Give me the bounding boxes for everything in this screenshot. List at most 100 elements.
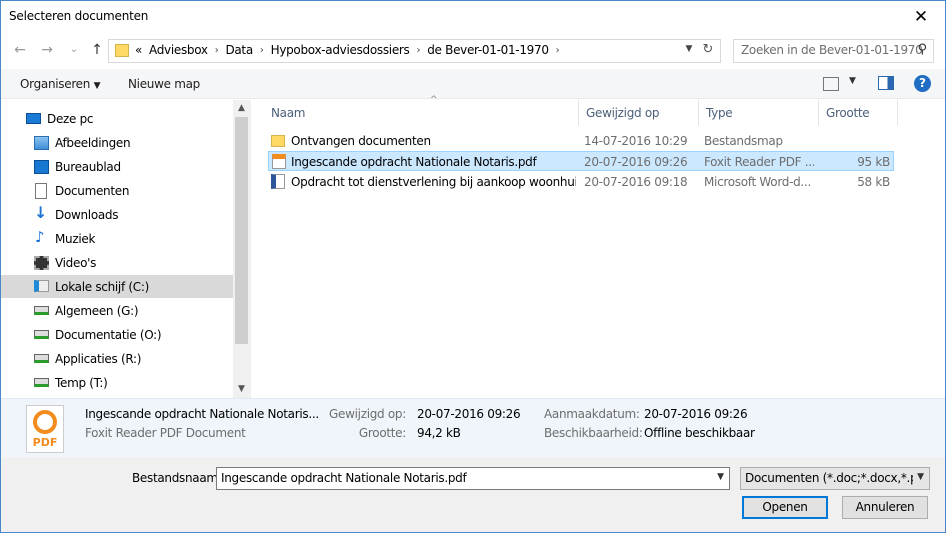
pdf-file-large-icon: PDF <box>26 405 64 453</box>
search-icon[interactable]: ⚲ <box>917 42 927 57</box>
sidebar-item-label: Bureaublad <box>55 159 121 174</box>
new-folder-button[interactable]: Nieuwe map <box>128 77 200 91</box>
file-row[interactable]: Opdracht tot dienstverlening bij aankoop… <box>268 172 894 192</box>
preview-pane-icon[interactable] <box>878 76 894 90</box>
chevron-right-icon[interactable]: › <box>556 45 560 56</box>
downloads-icon: ↓ <box>34 203 48 222</box>
sidebar-item-label: Muziek <box>55 231 96 246</box>
desktop-icon <box>34 160 49 174</box>
column-header-label: Naam <box>271 106 306 120</box>
file-modified: 20-07-2016 09:26 <box>584 155 688 169</box>
sidebar-item-desktop[interactable]: Bureaublad <box>1 155 233 178</box>
column-header-name[interactable]: Naam ^ <box>264 95 579 126</box>
pdf-file-icon <box>272 154 286 169</box>
music-icon: ♪ <box>35 228 45 246</box>
sidebar-item-label: Documenten <box>55 183 130 198</box>
scroll-up-icon[interactable]: ▲ <box>233 100 250 117</box>
network-drive-icon <box>34 354 49 363</box>
chevron-down-icon[interactable]: ▼ <box>682 44 696 54</box>
details-modified-label: Gewijzigd op: <box>329 407 406 421</box>
breadcrumb-item[interactable]: de Bever-01-01-1970 <box>427 43 549 57</box>
close-button[interactable]: ✕ <box>901 1 941 32</box>
search-input[interactable]: Zoeken in de Bever-01-01-1970 <box>741 43 923 57</box>
sidebar-item-label: Lokale schijf (C:) <box>55 279 149 294</box>
file-modified: 14-07-2016 10:29 <box>584 134 688 148</box>
dialog-footer: Bestandsnaam: Ingescande opdracht Nation… <box>1 457 945 532</box>
filetype-select[interactable]: Documenten (*.doc;*.docx,*.pd ▼ <box>740 467 930 490</box>
breadcrumb-item[interactable]: Hypobox-adviesdossiers <box>271 43 410 57</box>
details-size-label: Grootte: <box>358 426 406 440</box>
filename-combobox[interactable]: Ingescande opdracht Nationale Notaris.pd… <box>216 467 730 490</box>
recent-locations-icon[interactable]: ⌄ <box>65 41 83 59</box>
column-header-size[interactable]: Grootte <box>819 100 898 126</box>
network-drive-icon <box>34 330 49 339</box>
sidebar-item-applicaties-r[interactable]: Applicaties (R:) <box>1 347 233 370</box>
sidebar-item-downloads[interactable]: ↓ Downloads <box>1 203 233 226</box>
chevron-down-icon[interactable]: ▼ <box>917 472 924 482</box>
file-type: Microsoft Word-d... <box>704 175 811 189</box>
filename-input[interactable]: Ingescande opdracht Nationale Notaris.pd… <box>221 471 467 485</box>
sidebar-item-pictures[interactable]: Afbeeldingen <box>1 131 233 154</box>
forward-icon[interactable]: → <box>38 41 56 59</box>
sidebar-scrollbar[interactable]: ▲ ▼ <box>233 100 250 398</box>
cancel-button[interactable]: Annuleren <box>842 496 928 519</box>
sidebar-item-label: Deze pc <box>47 111 94 126</box>
file-row[interactable]: Ontvangen documenten 14-07-2016 10:29 Be… <box>268 131 894 151</box>
sidebar-item-label: Algemeen (G:) <box>55 303 139 318</box>
chevron-down-icon[interactable]: ▼ <box>849 76 856 86</box>
breadcrumb-item[interactable]: Adviesbox <box>149 43 208 57</box>
organize-button[interactable]: Organiseren ▼ <box>20 77 101 91</box>
local-disk-icon <box>34 280 49 292</box>
folder-icon <box>115 44 129 57</box>
sidebar-item-label: Temp (T:) <box>55 375 108 390</box>
file-size: 95 kB <box>857 155 890 169</box>
file-type: Bestandsmap <box>704 134 783 148</box>
details-availability-value: Offline beschikbaar <box>644 426 755 440</box>
sidebar-item-documentatie-o[interactable]: Documentatie (O:) <box>1 323 233 346</box>
sidebar-item-local-disk-c[interactable]: Lokale schijf (C:) <box>1 275 233 298</box>
scroll-down-icon[interactable]: ▼ <box>233 381 250 398</box>
navigation-pane: Deze pc Afbeeldingen Bureaublad Document… <box>1 100 250 398</box>
open-button[interactable]: Openen <box>742 496 828 519</box>
chevron-right-icon[interactable]: › <box>417 45 421 56</box>
sidebar-item-documents[interactable]: Documenten <box>1 179 233 202</box>
file-name: Ingescande opdracht Nationale Notaris.pd… <box>291 155 537 169</box>
chevron-right-icon[interactable]: › <box>260 45 264 56</box>
file-name: Ontvangen documenten <box>291 134 431 148</box>
sidebar-item-videos[interactable]: Video's <box>1 251 233 274</box>
breadcrumb-overflow[interactable]: « <box>135 43 142 57</box>
file-name: Opdracht tot dienstverlening bij aankoop… <box>291 175 576 189</box>
foxit-logo-icon <box>33 410 57 434</box>
details-pane: PDF Ingescande opdracht Nationale Notari… <box>1 398 945 457</box>
sort-ascending-icon: ^ <box>430 95 438 105</box>
title-bar: Selecteren documenten ✕ <box>1 1 945 32</box>
details-file-type: Foxit Reader PDF Document <box>85 426 246 440</box>
chevron-right-icon[interactable]: › <box>215 45 219 56</box>
view-options-icon[interactable] <box>823 77 839 91</box>
column-header-type[interactable]: Type <box>699 100 819 126</box>
chevron-down-icon[interactable]: ▼ <box>717 472 724 482</box>
sidebar-item-temp-t[interactable]: Temp (T:) <box>1 371 233 394</box>
sidebar-item-algemeen-g[interactable]: Algemeen (G:) <box>1 299 233 322</box>
file-modified: 20-07-2016 09:18 <box>584 175 688 189</box>
sidebar-item-this-pc[interactable]: Deze pc <box>1 107 233 130</box>
up-icon[interactable]: ↑ <box>88 41 106 59</box>
address-bar[interactable]: « Adviesbox › Data › Hypobox-adviesdossi… <box>108 39 721 63</box>
details-created-value: 20-07-2016 09:26 <box>644 407 748 421</box>
sidebar-item-label: Documentatie (O:) <box>55 327 162 342</box>
sidebar-item-label: Applicaties (R:) <box>55 351 142 366</box>
search-box[interactable]: Zoeken in de Bever-01-01-1970 ⚲ <box>733 39 934 63</box>
column-header-modified[interactable]: Gewijzigd op <box>579 100 699 126</box>
scrollbar-thumb[interactable] <box>235 117 248 344</box>
breadcrumb-item[interactable]: Data <box>225 43 253 57</box>
refresh-icon[interactable]: ↻ <box>700 42 716 57</box>
file-row-selected[interactable]: Ingescande opdracht Nationale Notaris.pd… <box>268 151 894 171</box>
sidebar-item-music[interactable]: ♪ Muziek <box>1 227 233 250</box>
organize-label: Organiseren <box>20 77 91 91</box>
network-drive-icon <box>34 306 49 315</box>
details-file-name: Ingescande opdracht Nationale Notaris... <box>85 407 319 421</box>
back-icon[interactable]: ← <box>11 41 29 59</box>
chevron-down-icon: ▼ <box>93 81 101 91</box>
help-icon[interactable]: ? <box>914 75 931 92</box>
file-open-dialog: Selecteren documenten ✕ ← → ⌄ ↑ « Advies… <box>0 0 946 533</box>
